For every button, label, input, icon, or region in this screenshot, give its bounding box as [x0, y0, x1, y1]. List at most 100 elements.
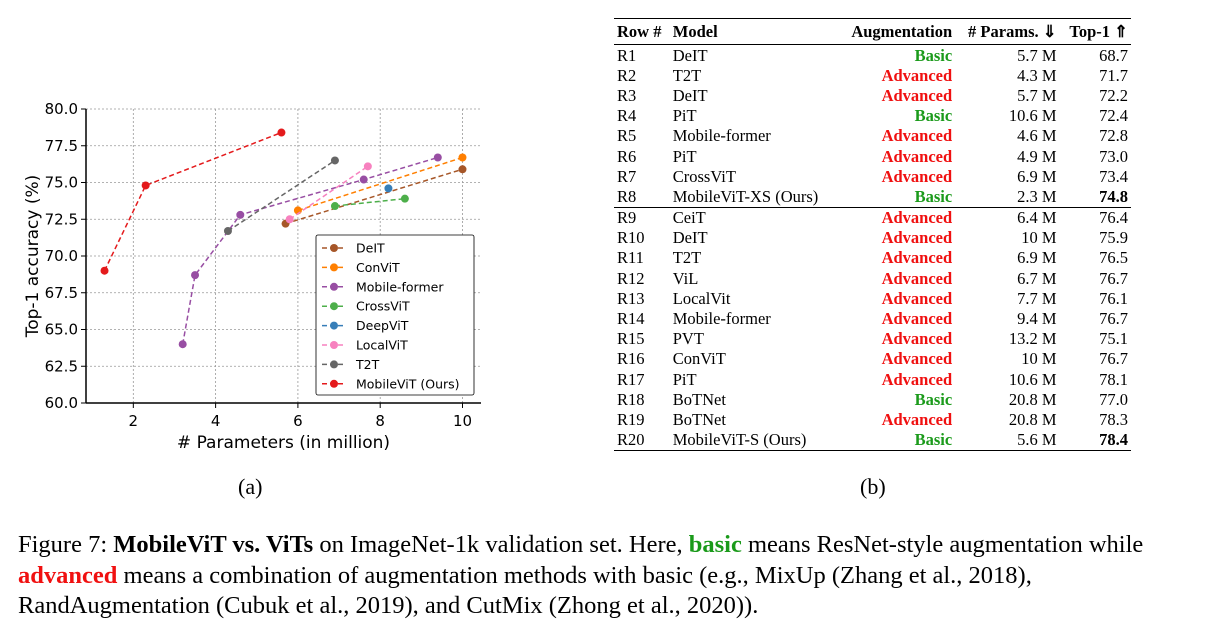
- table-cell: 73.0: [1099, 146, 1128, 166]
- table-cell: R8: [617, 186, 637, 206]
- table-row: R5 Mobile-former Advanced 4.6 M 72.8: [614, 126, 1131, 146]
- column-header: # Params. ⇓: [955, 18, 1060, 45]
- x-tick-label: 10: [453, 412, 472, 430]
- table-row: R4 PiT Basic 10.6 M 72.4: [614, 106, 1131, 126]
- table-cell: 76.7: [1099, 309, 1128, 329]
- table-cell: 75.9: [1099, 228, 1128, 248]
- caption-advanced: advanced: [18, 561, 118, 589]
- table-cell: 4.9 M: [1017, 146, 1057, 166]
- table-cell: Basic: [914, 45, 953, 65]
- series-line-t2t: [227, 159, 336, 232]
- legend-label: CrossViT: [356, 299, 410, 314]
- series-line-deit: [285, 168, 463, 225]
- table-cell: Basic: [914, 389, 953, 409]
- legend-marker: [330, 360, 338, 369]
- data-point: [458, 165, 467, 174]
- table-cell: Advanced: [881, 166, 953, 186]
- data-point: [330, 202, 339, 211]
- table-cell: PiT: [672, 369, 697, 389]
- table-cell: 78.3: [1099, 409, 1128, 429]
- y-tick-label: 70.0: [45, 247, 78, 265]
- table-row: R19 BoTNet Advanced 20.8 M 78.3: [614, 409, 1131, 429]
- x-axis-label: # Parameters (in million): [177, 433, 390, 453]
- caption-basic: basic: [688, 531, 742, 558]
- table-cell: Mobile-former: [672, 309, 771, 329]
- table-cell: R5: [617, 126, 637, 146]
- subfigure-label-b: (b): [860, 474, 886, 499]
- series-line-mobilevit-ours-: [103, 131, 282, 272]
- y-tick-label: 62.5: [45, 357, 78, 375]
- table-cell: 10 M: [1021, 228, 1057, 248]
- table-row: R9 CeiT Advanced 6.4 M 76.4: [614, 206, 1131, 228]
- table-cell: 71.7: [1099, 65, 1128, 85]
- table-cell: CeiT: [669, 206, 838, 228]
- table-cell: CrossViT: [672, 166, 736, 186]
- table-row: R17 PiT Advanced 10.6 M 78.1: [614, 369, 1131, 389]
- table-cell: 6.7 M: [1017, 268, 1057, 288]
- legend-label: DeepViT: [356, 318, 409, 333]
- caption-title: MobileViT vs. ViTs: [113, 531, 314, 558]
- data-point: [400, 194, 409, 203]
- table-row: R8 MobileViT-XS (Ours) Basic 2.3 M 74.8: [614, 186, 1131, 207]
- data-point: [363, 162, 372, 171]
- x-tick-label: 4: [211, 412, 221, 430]
- table-cell: 2.3 M: [1017, 186, 1057, 206]
- table-cell: T2T: [672, 65, 702, 85]
- table-cell: R17: [617, 369, 645, 389]
- table-cell: 77.0: [1099, 389, 1128, 409]
- table-cell: PiT: [672, 106, 697, 126]
- column-header: Top-1 ⇑: [1059, 18, 1131, 45]
- y-tick-label: 77.5: [45, 137, 78, 155]
- table-cell: PVT: [672, 329, 704, 349]
- y-tick-label: 60.0: [45, 394, 78, 412]
- caption-prefix: Figure 7:: [18, 531, 114, 558]
- legend-label: MobileViT (Ours): [356, 376, 460, 391]
- table-row: R16 ConViT Advanced 10 M 76.7: [614, 349, 1131, 369]
- table-row: R15 PVT Advanced 13.2 M 75.1: [614, 329, 1131, 349]
- table-cell: R20: [617, 430, 645, 450]
- table-cell: DeIT: [672, 85, 708, 105]
- table-cell: 75.1: [1099, 329, 1128, 349]
- table-cell: 5.7 M: [1017, 45, 1057, 65]
- caption-text: on ImageNet-1k validation set. Here,: [313, 531, 689, 558]
- table-cell: 20.8 M: [1008, 409, 1057, 429]
- data-point: [330, 156, 339, 165]
- table-cell: Advanced: [881, 309, 953, 329]
- table-cell: R16: [617, 349, 645, 369]
- table-cell: R6: [617, 146, 637, 166]
- table-cell: R3: [617, 85, 637, 105]
- table-cell: Basic: [914, 106, 953, 126]
- table-cell: Advanced: [881, 409, 953, 429]
- column-header: Augmentation: [837, 18, 956, 45]
- table-cell: 68.7: [1099, 45, 1128, 65]
- table-cell: R10: [617, 228, 645, 248]
- accuracy-vs-params-chart: 2 4 6 8 10 60.0 62.5 65.0 67.5 70.0 72.5 75.0 77.5 80…: [23, 100, 481, 453]
- table-cell: 5.7 M: [1017, 85, 1057, 105]
- table-cell: Advanced: [881, 228, 953, 248]
- y-tick-label: 80.0: [45, 100, 78, 118]
- table-cell: R18: [617, 389, 645, 409]
- data-point: [236, 210, 245, 219]
- y-tick-label: 75.0: [45, 174, 78, 192]
- table-cell: 4.6 M: [1017, 126, 1057, 146]
- table-cell: Mobile-former: [672, 126, 771, 146]
- y-tick-label: 65.0: [45, 321, 78, 339]
- table-cell: Advanced: [881, 248, 953, 268]
- legend-marker: [330, 321, 338, 330]
- table-cell: 76.7: [1099, 349, 1128, 369]
- legend-label: T2T: [355, 357, 380, 372]
- table-cell: 7.7 M: [1017, 288, 1057, 308]
- comparison-table: Row # Model Augmentation # Params. ⇓ Top-1 ⇑…: [614, 18, 1131, 451]
- table-cell: 78.1: [1099, 369, 1128, 389]
- table-cell: Basic: [914, 430, 953, 450]
- table-cell: Advanced: [881, 268, 953, 288]
- data-point: [433, 153, 442, 162]
- figure-caption: Figure 7: MobileViT vs. ViTs on ImageNet…: [18, 530, 1213, 622]
- table-cell: R7: [617, 166, 637, 186]
- table-cell: BoTNet: [672, 389, 726, 409]
- table-cell: 10.6 M: [1008, 369, 1057, 389]
- x-tick-label: 2: [129, 412, 139, 430]
- legend-marker: [330, 282, 338, 291]
- table-cell: R2: [617, 65, 637, 85]
- y-tick-label: 67.5: [45, 284, 78, 302]
